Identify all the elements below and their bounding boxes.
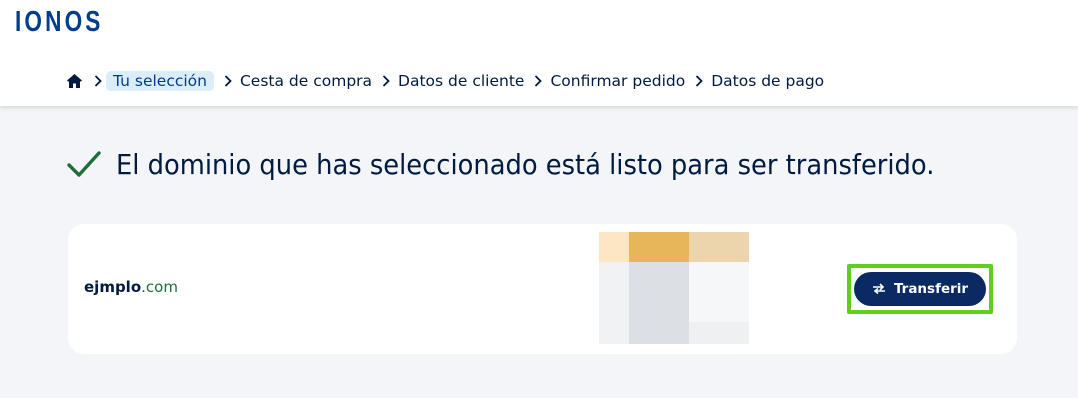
check-icon <box>66 146 102 182</box>
page-title: El dominio que has seleccionado está lis… <box>116 147 935 181</box>
domain-result-card: ejmplo.com Transferir <box>68 224 1017 354</box>
breadcrumb: Tu selección Cesta de compra Datos de cl… <box>66 68 824 94</box>
domain-tld: .com <box>141 278 178 296</box>
domain-name: ejmplo <box>84 278 142 296</box>
breadcrumb-item-tu-seleccion[interactable]: Tu selección <box>106 71 214 91</box>
top-header: IONOS Tu selección Cesta de compra Datos… <box>0 0 1078 106</box>
blurred-price-area <box>599 232 749 344</box>
ionos-logo[interactable]: IONOS <box>15 6 104 39</box>
transfer-button-label: Transferir <box>893 281 969 297</box>
breadcrumb-item-datos-de-pago[interactable]: Datos de pago <box>711 72 824 90</box>
home-icon[interactable] <box>66 72 84 90</box>
domain-label: ejmplo.com <box>84 278 178 296</box>
highlight-frame: Transferir <box>847 264 993 314</box>
chevron-right-icon <box>695 75 703 87</box>
breadcrumb-item-confirmar-pedido[interactable]: Confirmar pedido <box>550 72 685 90</box>
swap-arrows-icon <box>872 283 886 295</box>
breadcrumb-item-datos-de-cliente[interactable]: Datos de cliente <box>398 72 524 90</box>
page-headline: El dominio que has seleccionado está lis… <box>66 146 1006 182</box>
chevron-right-icon <box>94 75 102 87</box>
breadcrumb-item-cesta-de-compra[interactable]: Cesta de compra <box>240 72 372 90</box>
chevron-right-icon <box>534 75 543 87</box>
chevron-right-icon <box>382 75 390 87</box>
transfer-button[interactable]: Transferir <box>854 272 986 306</box>
chevron-right-icon <box>224 75 232 87</box>
